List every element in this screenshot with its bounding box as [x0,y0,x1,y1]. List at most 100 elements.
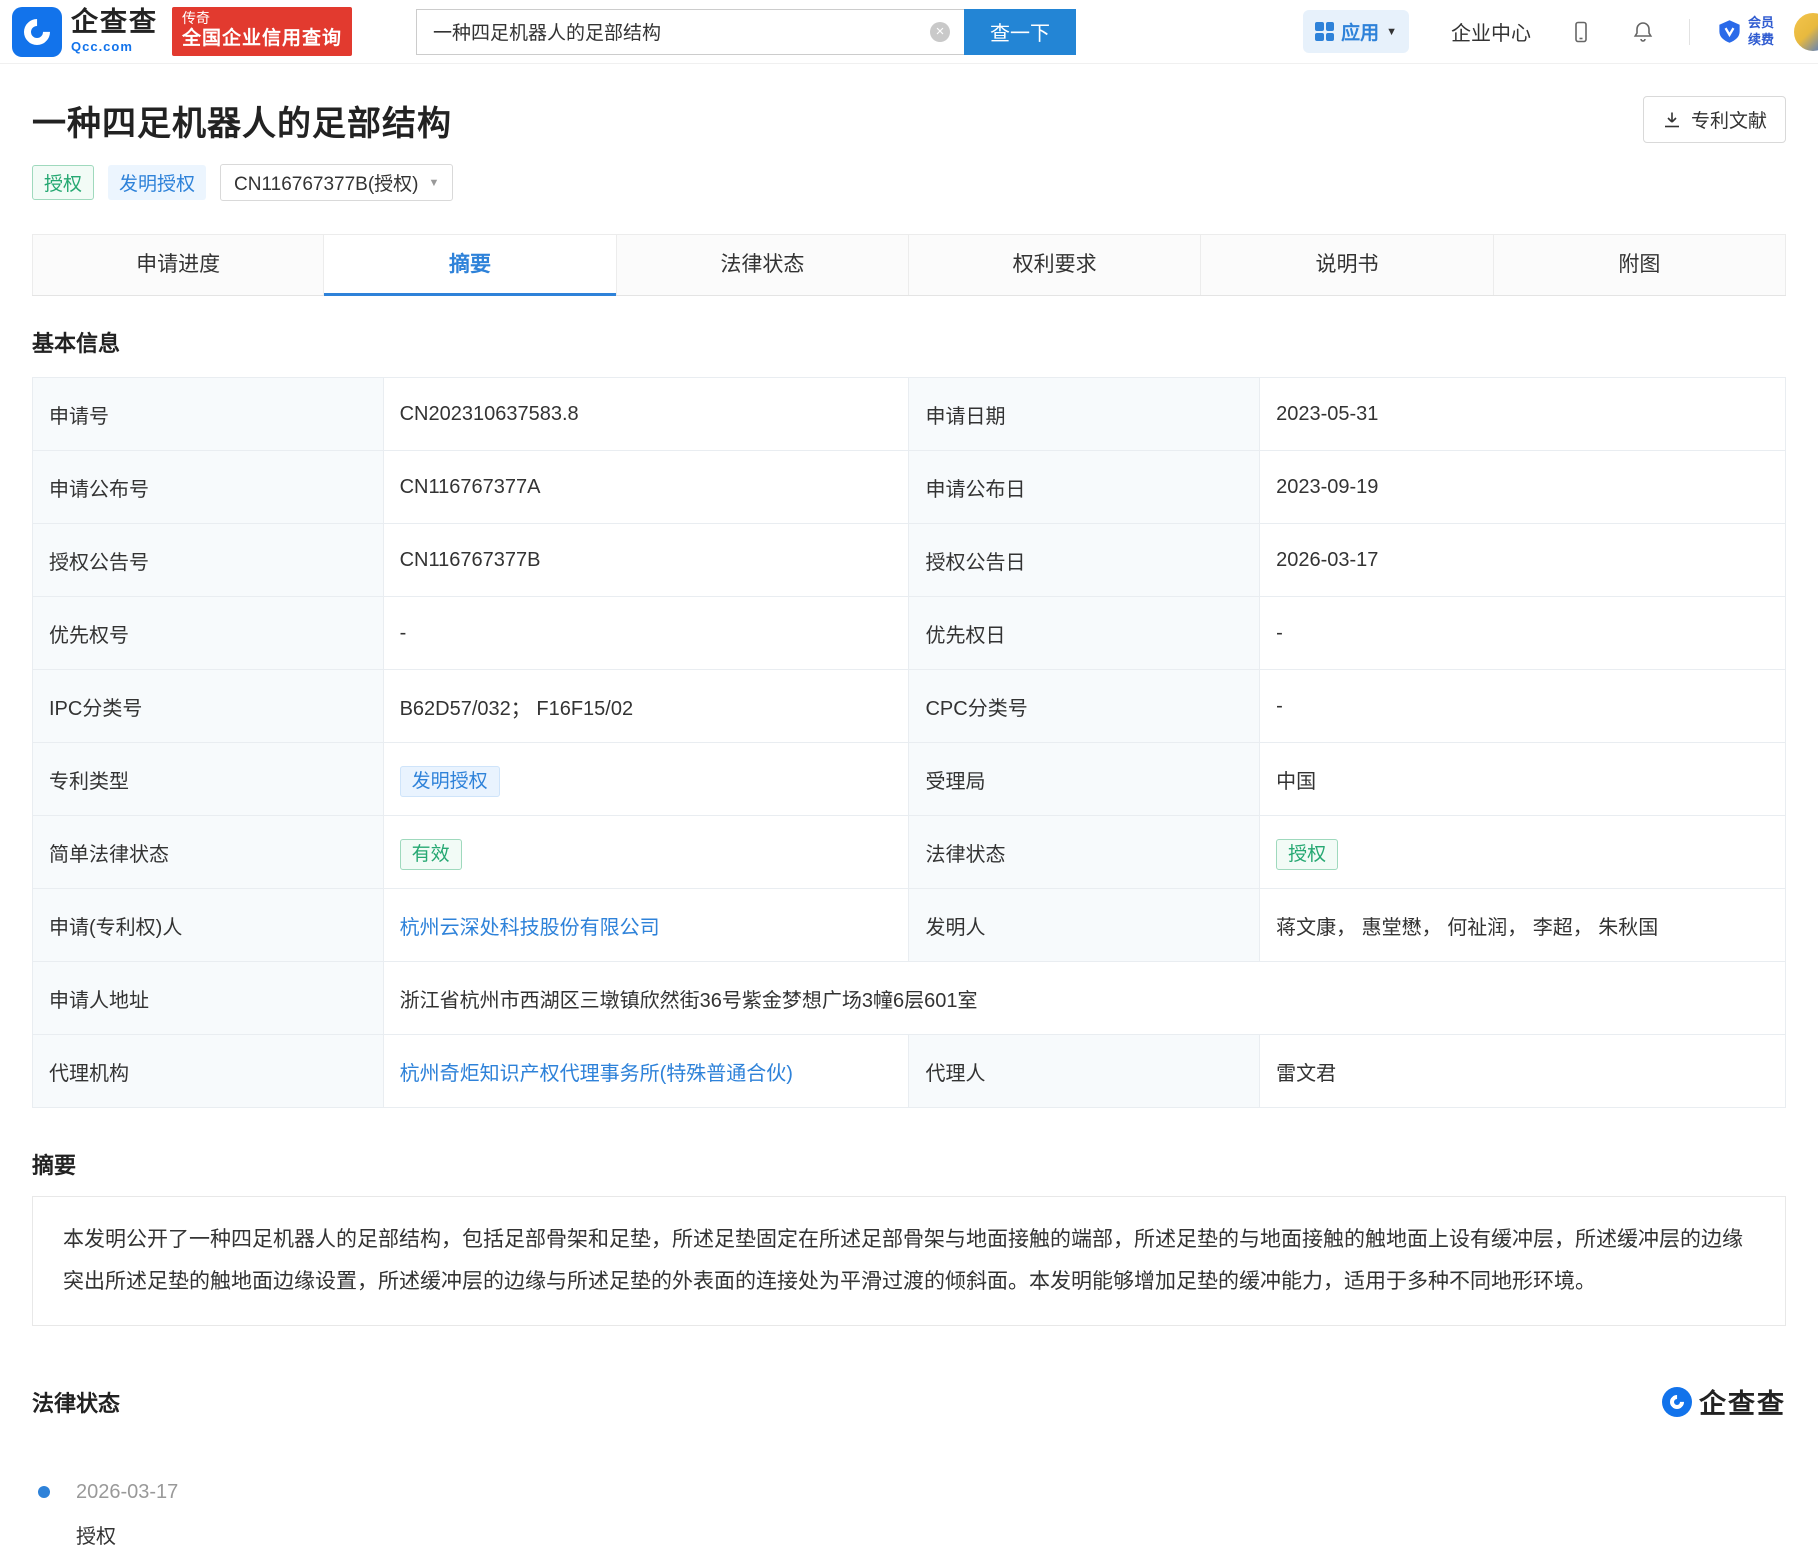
field-value: CN202310637583.8 [383,378,909,451]
chevron-down-icon: ▼ [1386,26,1397,38]
tab-claims[interactable]: 权利要求 [909,235,1201,295]
apps-label: 应用 [1341,18,1379,45]
qcc-watermark-text: 企查查 [1699,1382,1786,1421]
search-button[interactable]: 查一下 [964,9,1076,55]
table-row: 优先权号 - 优先权日 - [33,597,1786,670]
qcc-logo[interactable]: 企查查 Qcc.com [12,7,158,57]
table-row: 代理机构 杭州奇炬知识产权代理事务所(特殊普通合伙) 代理人 雷文君 [33,1035,1786,1108]
field-value: 有效 [383,816,909,889]
field-value: - [383,597,909,670]
field-label: 申请公布日 [909,451,1260,524]
member-line2: 续费 [1748,32,1774,48]
tab-application-progress[interactable]: 申请进度 [32,235,324,295]
field-value: 发明授权 [383,743,909,816]
vip-badge-icon [1716,18,1743,45]
page-title: 一种四足机器人的足部结构 [32,96,452,145]
promo-text: 全国企业信用查询 [182,27,342,51]
field-label: 专利类型 [33,743,384,816]
apps-menu[interactable]: 应用 ▼ [1303,10,1409,53]
field-value: CN116767377A [383,451,909,524]
table-row: 专利类型 发明授权 受理局 中国 [33,743,1786,816]
search-input[interactable] [416,9,964,55]
patent-detail-page: 一种四足机器人的足部结构 专利文献 授权 发明授权 CN116767377B(授… [0,96,1818,1549]
tab-abstract[interactable]: 摘要 [324,235,616,295]
qcc-watermark: 企查查 [1662,1382,1786,1421]
patent-document-button[interactable]: 专利文献 [1643,96,1786,143]
field-label: 发明人 [909,889,1260,962]
field-label: 简单法律状态 [33,816,384,889]
field-label: 申请号 [33,378,384,451]
table-row: IPC分类号 B62D57/032； F16F15/02 CPC分类号 - [33,670,1786,743]
field-value: 2023-05-31 [1260,378,1786,451]
field-label: CPC分类号 [909,670,1260,743]
field-value: 中国 [1260,743,1786,816]
field-label: 优先权日 [909,597,1260,670]
field-value: 杭州云深处科技股份有限公司 [383,889,909,962]
field-label: 优先权号 [33,597,384,670]
enterprise-center-link[interactable]: 企业中心 [1451,17,1531,46]
top-bar: 企查查 Qcc.com 传奇 全国企业信用查询 × 查一下 应用 ▼ 企业中心 [0,0,1818,64]
field-label: 代理机构 [33,1035,384,1108]
top-nav: 应用 ▼ 企业中心 会员 续费 [1303,10,1818,53]
timeline-dot-icon [38,1486,50,1498]
detail-tabs: 申请进度 摘要 法律状态 权利要求 说明书 附图 [32,234,1786,296]
promo-tag: 传奇 [182,10,342,27]
field-value: CN116767377B [383,524,909,597]
field-label: 授权公告号 [33,524,384,597]
basic-info-heading: 基本信息 [32,326,1786,358]
basic-info-table: 申请号 CN202310637583.8 申请日期 2023-05-31 申请公… [32,377,1786,1108]
tab-drawings[interactable]: 附图 [1494,235,1786,295]
table-row: 授权公告号 CN116767377B 授权公告日 2026-03-17 [33,524,1786,597]
field-value: B62D57/032； F16F15/02 [383,670,909,743]
member-renewal-button[interactable]: 会员 续费 [1716,15,1774,48]
nav-divider [1689,19,1690,45]
field-value: 2023-09-19 [1260,451,1786,524]
field-label: 申请(专利权)人 [33,889,384,962]
promo-banner: 传奇 全国企业信用查询 [172,7,352,56]
table-row: 申请公布号 CN116767377A 申请公布日 2023-09-19 [33,451,1786,524]
brand-name: 企查查 [71,9,158,36]
chevron-down-icon: ▼ [429,177,440,189]
patent-number-selector[interactable]: CN116767377B(授权) ▼ [220,164,453,201]
status-badge: 授权 [32,165,94,200]
member-line1: 会员 [1748,15,1774,31]
field-value: 杭州奇炬知识产权代理事务所(特殊普通合伙) [383,1035,909,1108]
field-value: - [1260,670,1786,743]
field-value: 蒋文康， 惠堂懋， 何祉润， 李超， 朱秋国 [1260,889,1786,962]
abstract-text: 本发明公开了一种四足机器人的足部结构，包括足部骨架和足垫，所述足垫固定在所述足部… [32,1196,1786,1326]
timeline-item: 2026-03-17 授权 [76,1481,1786,1549]
timeline-date: 2026-03-17 [76,1481,1786,1504]
notifications-bell-icon[interactable] [1631,20,1655,44]
agency-link[interactable]: 杭州奇炬知识产权代理事务所(特殊普通合伙) [400,1063,793,1085]
field-label: IPC分类号 [33,670,384,743]
abstract-heading: 摘要 [32,1148,1786,1180]
qcc-watermark-icon [1662,1387,1692,1417]
table-row: 申请人地址 浙江省杭州市西湖区三墩镇欣然街36号紫金梦想广场3幢6层601室 [33,962,1786,1035]
tab-description[interactable]: 说明书 [1201,235,1493,295]
field-label: 法律状态 [909,816,1260,889]
field-value: 浙江省杭州市西湖区三墩镇欣然街36号紫金梦想广场3幢6层601室 [383,962,1785,1035]
patent-type-badge: 发明授权 [400,766,500,797]
clear-search-icon[interactable]: × [930,22,950,42]
field-value: 雷文君 [1260,1035,1786,1108]
table-row: 申请(专利权)人 杭州云深处科技股份有限公司 发明人 蒋文康， 惠堂懋， 何祉润… [33,889,1786,962]
mobile-app-icon[interactable] [1569,20,1593,44]
apps-grid-icon [1315,22,1334,41]
field-value: 授权 [1260,816,1786,889]
qcc-logo-icon [12,7,62,57]
search-bar: × 查一下 [416,9,1076,55]
download-icon [1662,110,1682,130]
legal-status-timeline: 2026-03-17 授权 [32,1481,1786,1549]
brand-domain: Qcc.com [71,39,158,54]
legal-status-heading: 法律状态 [32,1386,120,1418]
table-row: 简单法律状态 有效 法律状态 授权 [33,816,1786,889]
legal-status-badge: 授权 [1276,839,1338,870]
tab-legal-status[interactable]: 法律状态 [617,235,909,295]
table-row: 申请号 CN202310637583.8 申请日期 2023-05-31 [33,378,1786,451]
timeline-status: 授权 [76,1520,1786,1549]
field-label: 申请人地址 [33,962,384,1035]
field-value: - [1260,597,1786,670]
field-label: 受理局 [909,743,1260,816]
field-label: 申请公布号 [33,451,384,524]
applicant-company-link[interactable]: 杭州云深处科技股份有限公司 [400,917,660,939]
